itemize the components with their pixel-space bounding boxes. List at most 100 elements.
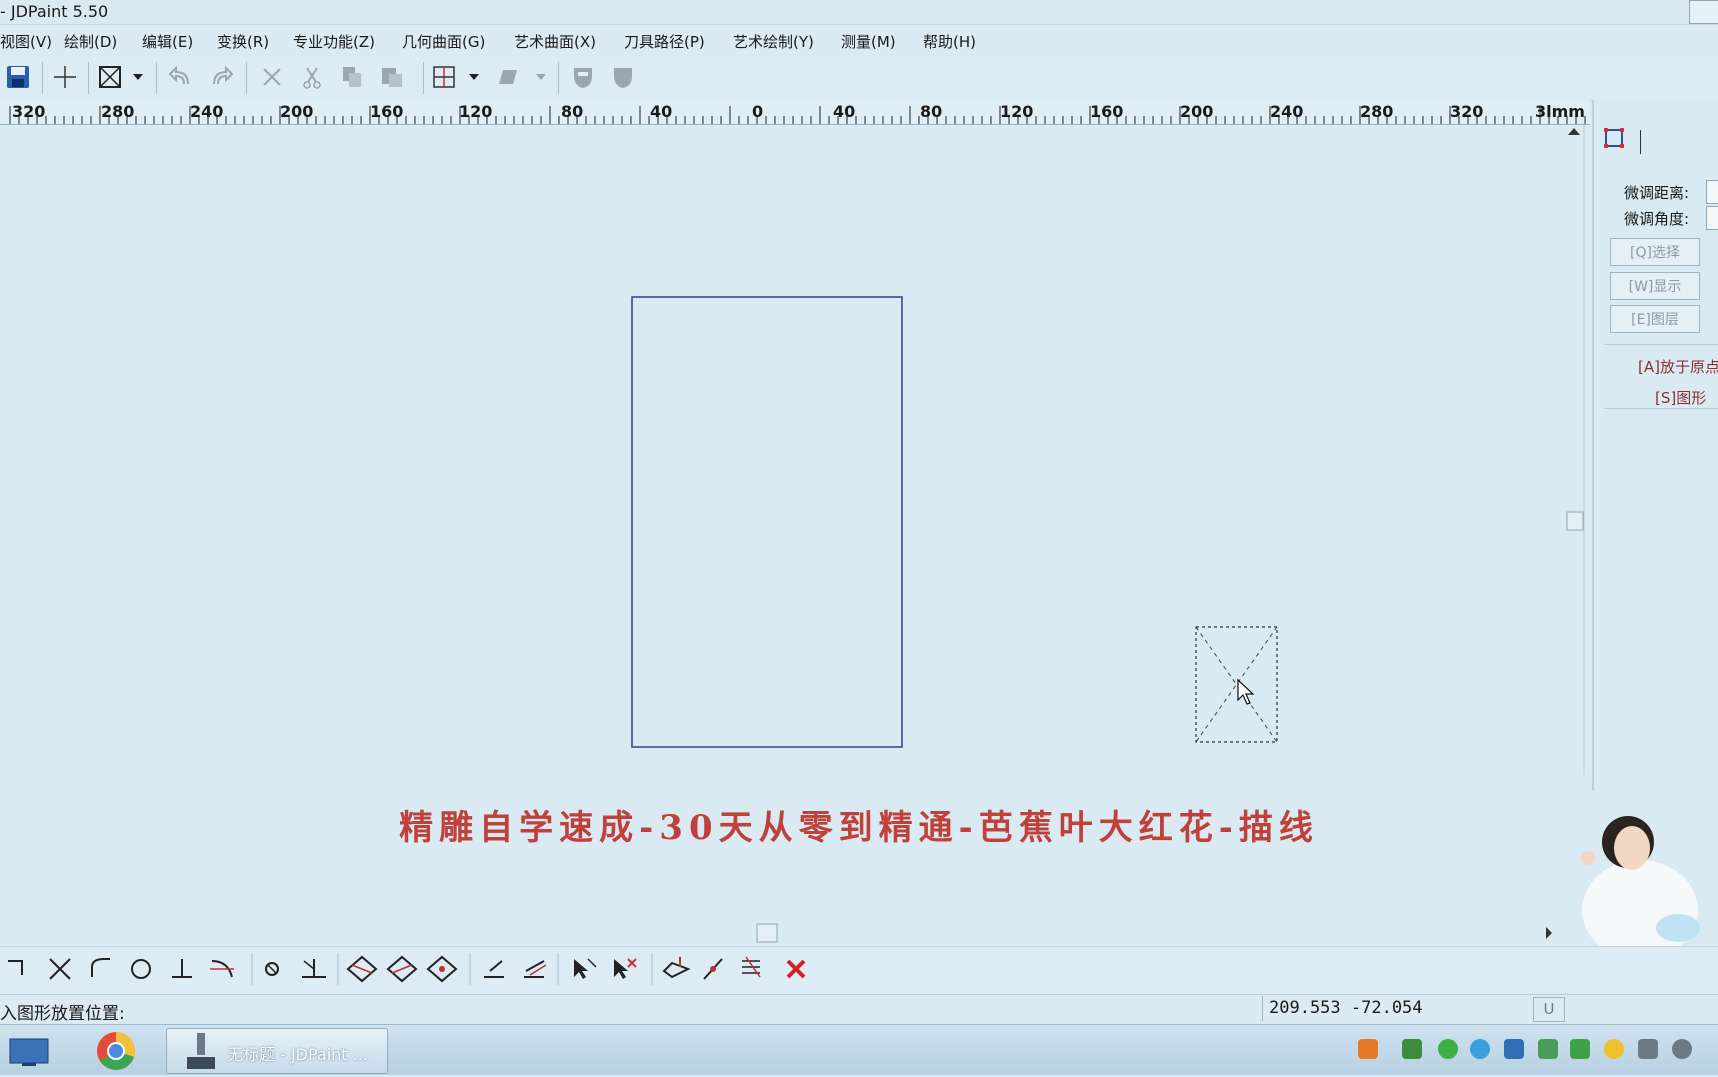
- window-control-button[interactable]: [1689, 0, 1718, 24]
- diamond-grid-icon[interactable]: [426, 955, 458, 983]
- angle-snap-icon[interactable]: [302, 959, 326, 978]
- panel-tab-icon[interactable]: [1603, 127, 1625, 149]
- video-subtitle: 精雕自学速成-30天从零到精通-芭蕉叶大红花-描线: [399, 808, 1319, 848]
- deselect-point-icon[interactable]: [614, 958, 637, 979]
- ruler-label: 200: [280, 102, 314, 121]
- save-icon[interactable]: [3, 62, 33, 92]
- shape-link[interactable]: [S]图形: [1655, 387, 1706, 408]
- volume-icon[interactable]: [1672, 1039, 1692, 1059]
- signal-icon[interactable]: [1638, 1039, 1658, 1059]
- close-icon[interactable]: [786, 959, 806, 979]
- align-bottom-icon[interactable]: [484, 960, 504, 978]
- show-desktop-icon[interactable]: [8, 1037, 50, 1067]
- menu-edit[interactable]: 编辑(E): [142, 31, 193, 52]
- command-prompt: 入图形放置位置:: [0, 1004, 125, 1024]
- mouse-cursor-icon: [1237, 678, 1255, 705]
- ruler-label: 320: [1450, 102, 1484, 121]
- browser-icon[interactable]: [94, 1029, 138, 1073]
- diamond-grid-icon[interactable]: [386, 955, 418, 983]
- menu-view[interactable]: 视图(V): [0, 31, 52, 52]
- delete-icon[interactable]: [257, 62, 287, 92]
- perpendicular-icon[interactable]: [172, 959, 192, 978]
- select-box-icon[interactable]: [95, 62, 125, 92]
- k-app-icon[interactable]: [1438, 1039, 1458, 1059]
- ruler-label: 240: [190, 102, 224, 121]
- display-button[interactable]: [W]显示: [1610, 272, 1700, 300]
- ruler-label: 240: [1270, 102, 1304, 121]
- cursor-coordinates: 209.553 -72.054: [1262, 996, 1532, 1021]
- chevron-down-icon[interactable]: [128, 62, 148, 92]
- status-bar: 入图形放置位置: 209.553 -72.054 U: [0, 994, 1718, 1024]
- edit-node-icon[interactable]: [703, 958, 723, 980]
- ruler-label: 80: [561, 102, 584, 121]
- ruler-label: 0: [752, 102, 764, 121]
- menu-transform[interactable]: 变换(R): [217, 31, 269, 52]
- network-tray-icon[interactable]: [1538, 1039, 1558, 1059]
- menu-art-draw[interactable]: 艺术绘制(Y): [733, 31, 814, 52]
- list-tray-icon[interactable]: [1504, 1039, 1524, 1059]
- menu-toolpath[interactable]: 刀具路径(P): [624, 31, 705, 52]
- window-title: - JDPaint 5.50: [0, 2, 109, 21]
- shield-outline-icon[interactable]: [568, 62, 598, 92]
- node-snap-icon[interactable]: [265, 962, 279, 976]
- diamond-grid-icon[interactable]: [346, 955, 378, 983]
- fine-angle-label: 微调角度:: [1624, 210, 1690, 228]
- fine-angle-field[interactable]: [1706, 206, 1718, 230]
- align-stack-icon[interactable]: [524, 960, 547, 978]
- browser-tray-icon[interactable]: [1470, 1039, 1490, 1059]
- menu-art-surface[interactable]: 艺术曲面(X): [514, 31, 596, 52]
- ruler-ticks: [9, 106, 1586, 124]
- jdpaint-app-icon: [187, 1033, 215, 1069]
- security-shield-icon[interactable]: [1570, 1039, 1590, 1059]
- menu-measure[interactable]: 测量(M): [841, 31, 896, 52]
- redo-icon[interactable]: [206, 62, 236, 92]
- ruler-label: 200: [1180, 102, 1214, 121]
- menu-geometric-surface[interactable]: 几何曲面(G): [402, 31, 485, 52]
- circle-icon[interactable]: [131, 959, 151, 979]
- right-property-panel: 微调距离: 微调角度: [Q]选择 [W]显示 [E]图层 [A]放于原点 [S…: [1592, 100, 1718, 790]
- input-method-icon[interactable]: [1358, 1039, 1378, 1059]
- tangent-icon[interactable]: [210, 960, 234, 978]
- taskbar: 无标题 - JDPaint ...: [0, 1024, 1718, 1075]
- intersect-icon[interactable]: [49, 958, 71, 980]
- select-button[interactable]: [Q]选择: [1610, 238, 1700, 266]
- horizontal-ruler: 320 280 240 200 160 120 80 40 0 40 80 12…: [0, 100, 1590, 125]
- menu-help[interactable]: 帮助(H): [923, 31, 976, 52]
- menu-professional[interactable]: 专业功能(Z): [293, 31, 375, 52]
- shield-icon[interactable]: [608, 62, 638, 92]
- horizontal-scrollbar[interactable]: [0, 922, 1570, 944]
- insert-node-icon[interactable]: [662, 957, 691, 979]
- arc-corner-icon[interactable]: [91, 958, 110, 977]
- trim-corner-icon[interactable]: [8, 960, 23, 975]
- fine-distance-field[interactable]: [1706, 180, 1718, 204]
- copy-icon[interactable]: [337, 62, 367, 92]
- ruler-label: 80: [920, 102, 943, 121]
- main-toolbar: [0, 56, 1718, 101]
- select-point-icon[interactable]: [574, 958, 597, 979]
- ruler-label: 160: [1090, 102, 1124, 121]
- crosshair-icon[interactable]: [50, 62, 80, 92]
- menu-draw[interactable]: 绘制(D): [64, 31, 117, 52]
- ruler-label: 280: [1360, 102, 1394, 121]
- ruler-label: 120: [459, 102, 493, 121]
- taskbar-app-button[interactable]: 无标题 - JDPaint ...: [166, 1028, 388, 1074]
- ruler-label: 280: [101, 102, 135, 121]
- placement-preview-box: [1195, 626, 1278, 743]
- undo-icon[interactable]: [166, 62, 196, 92]
- vertical-scrollbar[interactable]: [1563, 125, 1585, 775]
- shape-fill-icon[interactable]: [493, 62, 523, 92]
- title-bar: - JDPaint 5.50: [0, 0, 1718, 25]
- layer-button[interactable]: [E]图层: [1610, 305, 1700, 333]
- chevron-down-icon[interactable]: [531, 62, 551, 92]
- drawn-rectangle[interactable]: [631, 296, 903, 748]
- network-app-icon[interactable]: [1402, 1039, 1422, 1059]
- ruler-label: 40: [833, 102, 856, 121]
- chevron-down-icon[interactable]: [464, 62, 484, 92]
- snap-grid-icon[interactable]: [429, 62, 459, 92]
- list-edit-icon[interactable]: [742, 956, 761, 978]
- qq-penguin-icon[interactable]: [1604, 1039, 1624, 1059]
- cut-icon[interactable]: [297, 62, 327, 92]
- paste-icon[interactable]: [377, 62, 407, 92]
- ruler-label: 40: [650, 102, 673, 121]
- place-at-origin-link[interactable]: [A]放于原点: [1638, 356, 1718, 377]
